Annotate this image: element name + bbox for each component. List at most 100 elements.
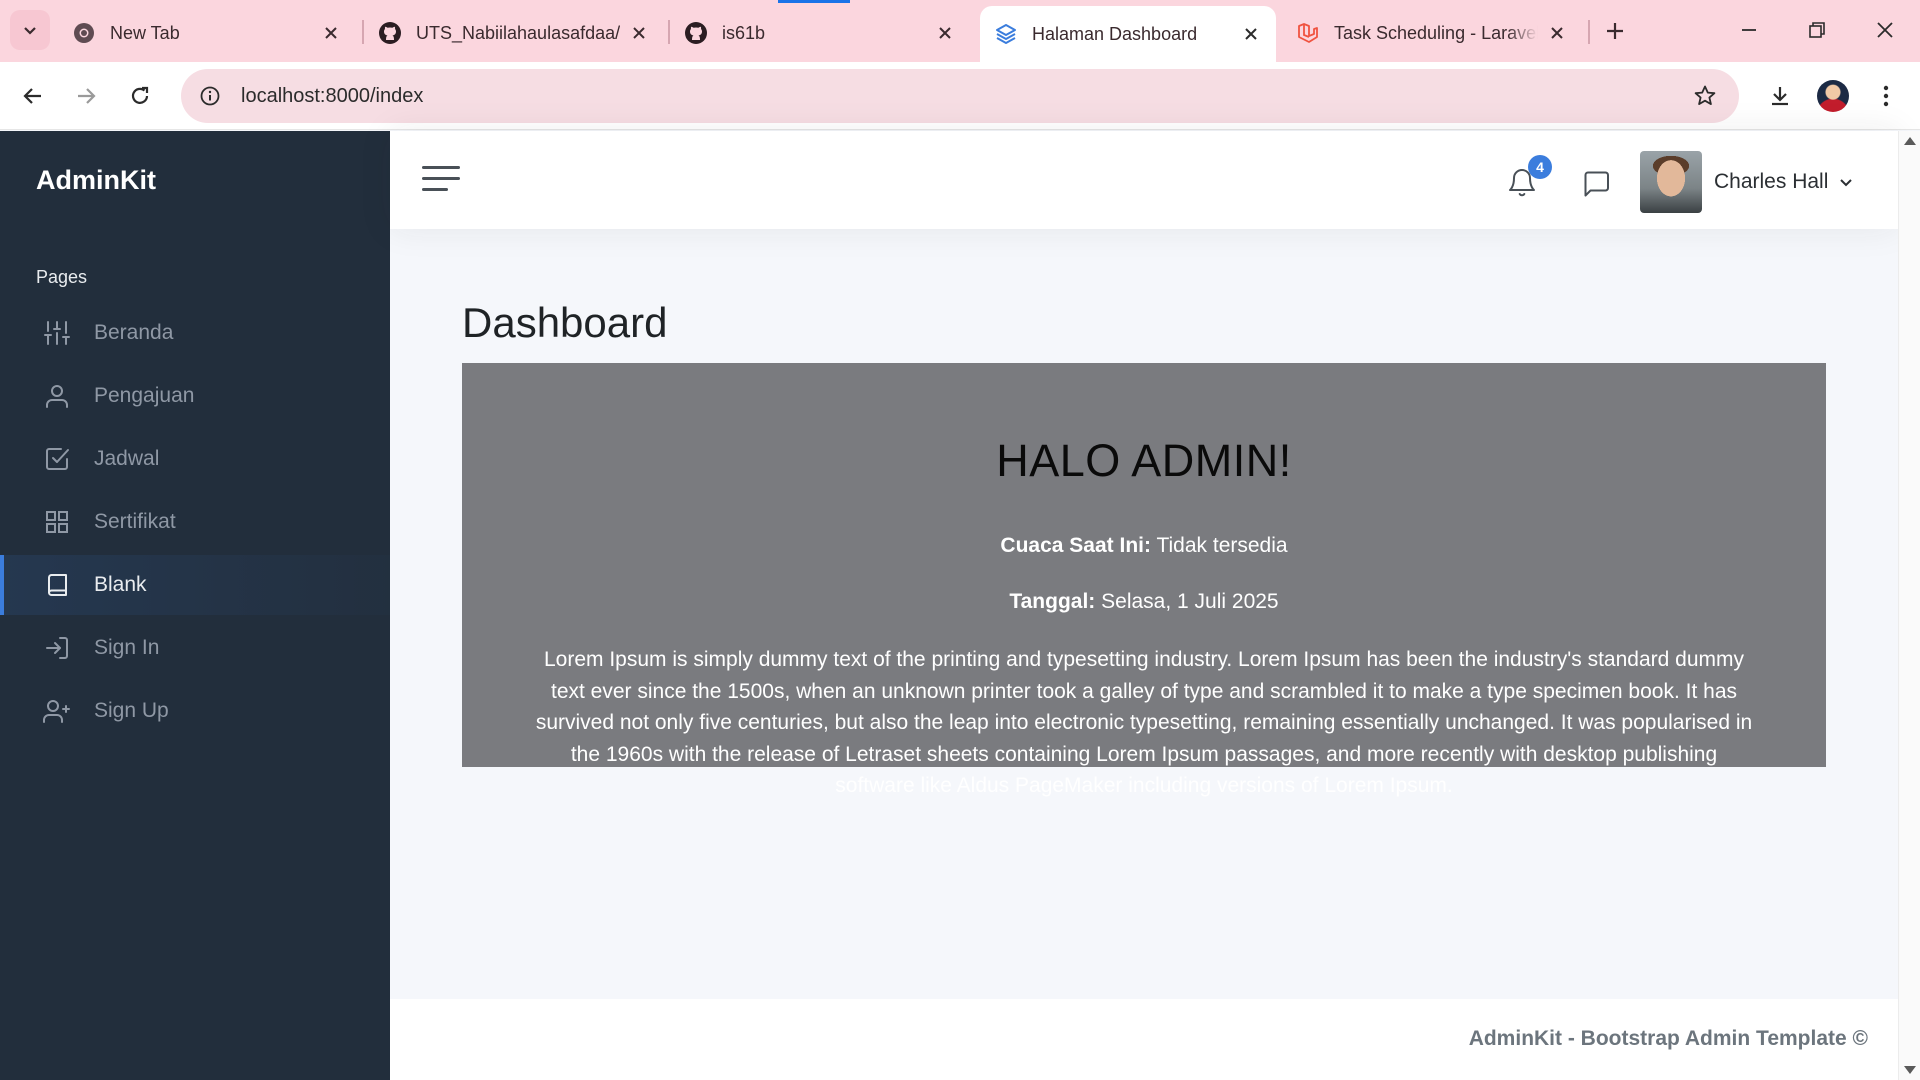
main-content: Dashboard HALO ADMIN! Cuaca Saat Ini: Ti… bbox=[390, 229, 1898, 999]
hamburger-bar bbox=[422, 188, 448, 191]
sidebar-item-pengajuan[interactable]: Pengajuan bbox=[0, 366, 390, 426]
footer: AdminKit - Bootstrap Admin Template © bbox=[390, 999, 1898, 1080]
weather-label: Cuaca Saat Ini: bbox=[1000, 534, 1151, 557]
chevron-down-icon bbox=[1838, 174, 1854, 190]
intro-paragraph: Lorem Ipsum is simply dummy text of the … bbox=[535, 648, 1753, 797]
scroll-down-arrow-icon[interactable] bbox=[1904, 1066, 1916, 1074]
browser-toolbar: localhost:8000/index bbox=[0, 62, 1920, 130]
sidebar-item-blank[interactable]: Blank bbox=[0, 555, 390, 615]
footer-credit[interactable]: AdminKit - Bootstrap Admin Template © bbox=[1469, 1027, 1868, 1051]
tab-loading-indicator bbox=[778, 0, 850, 3]
sidebar-toggle-button[interactable] bbox=[422, 163, 460, 195]
browser-menu-button[interactable] bbox=[1866, 76, 1906, 116]
messages-button[interactable] bbox=[1582, 169, 1612, 199]
github-icon bbox=[684, 21, 708, 45]
avatar bbox=[1640, 151, 1702, 213]
page-scrollbar[interactable] bbox=[1898, 131, 1920, 1080]
minimize-button[interactable] bbox=[1724, 8, 1774, 52]
reload-button[interactable] bbox=[120, 76, 160, 116]
address-bar[interactable]: localhost:8000/index bbox=[181, 69, 1739, 123]
message-square-icon bbox=[1584, 171, 1609, 197]
sidebar-item-label: Jadwal bbox=[94, 447, 160, 470]
date-line: Tanggal: Selasa, 1 Juli 2025 bbox=[462, 590, 1826, 614]
chrome-icon bbox=[72, 21, 96, 45]
sidebar-item-jadwal[interactable]: Jadwal bbox=[0, 429, 390, 489]
user-plus-icon bbox=[42, 696, 72, 726]
user-dropdown[interactable]: Charles Hall bbox=[1640, 151, 1854, 213]
sidebar-item-beranda[interactable]: Beranda bbox=[0, 303, 390, 363]
scroll-up-arrow-icon[interactable] bbox=[1904, 137, 1916, 145]
browser-tab-github-uts[interactable]: UTS_Nabiilahaulasafdaa/ bbox=[364, 8, 664, 58]
tab-title: Task Scheduling - Laravel bbox=[1334, 22, 1538, 43]
minimize-icon bbox=[1742, 29, 1756, 31]
close-icon bbox=[1877, 22, 1893, 38]
sidebar-section-header: Pages bbox=[36, 267, 88, 287]
close-icon[interactable] bbox=[1240, 23, 1262, 45]
download-icon bbox=[1772, 87, 1788, 106]
github-icon bbox=[378, 21, 402, 45]
sidebar-item-label: Pengajuan bbox=[94, 384, 195, 407]
arrow-right-icon bbox=[78, 88, 96, 104]
sidebar: AdminKit Pages Beranda Pengajuan Jadwal … bbox=[0, 131, 390, 1080]
sidebar-item-sertifikat[interactable]: Sertifikat bbox=[0, 492, 390, 552]
sidebar-brand[interactable]: AdminKit bbox=[36, 165, 156, 196]
date-value: Selasa, 1 Juli 2025 bbox=[1101, 590, 1279, 613]
welcome-heading: HALO ADMIN! bbox=[996, 435, 1292, 486]
notification-count-badge: 4 bbox=[1528, 155, 1552, 179]
laravel-icon bbox=[1296, 21, 1320, 45]
profile-button[interactable] bbox=[1813, 76, 1853, 116]
close-icon[interactable] bbox=[320, 22, 342, 44]
arrow-left-icon bbox=[23, 88, 41, 104]
chevron-down-icon bbox=[24, 27, 36, 35]
tab-separator bbox=[1588, 20, 1590, 44]
new-tab-button[interactable] bbox=[1598, 14, 1632, 48]
grid-icon bbox=[42, 507, 72, 537]
browser-tab-task-scheduling[interactable]: Task Scheduling - Laravel bbox=[1282, 8, 1582, 58]
forward-button[interactable] bbox=[66, 76, 106, 116]
user-name: Charles Hall bbox=[1714, 170, 1829, 193]
bookmark-star-icon[interactable] bbox=[1691, 82, 1719, 110]
welcome-card: HALO ADMIN! Cuaca Saat Ini: Tidak tersed… bbox=[462, 363, 1826, 797]
hamburger-bar bbox=[422, 177, 460, 180]
tab-title: is61b bbox=[722, 22, 766, 43]
sidebar-item-label: Beranda bbox=[94, 321, 174, 344]
tab-title: New Tab bbox=[110, 22, 180, 43]
back-button[interactable] bbox=[13, 76, 53, 116]
user-icon bbox=[42, 381, 72, 411]
address-url: localhost:8000/index bbox=[241, 84, 424, 107]
browser-tab-halaman-dashboard[interactable]: Halaman Dashboard bbox=[980, 6, 1276, 62]
sidebar-item-sign-up[interactable]: Sign Up bbox=[0, 681, 390, 741]
restore-button[interactable] bbox=[1792, 8, 1842, 52]
reload-icon bbox=[131, 86, 149, 104]
close-icon[interactable] bbox=[934, 22, 956, 44]
sidebar-item-sign-in[interactable]: Sign In bbox=[0, 618, 390, 678]
close-icon[interactable] bbox=[628, 22, 650, 44]
downloads-button[interactable] bbox=[1760, 76, 1800, 116]
hamburger-bar bbox=[422, 166, 460, 169]
sidebar-item-label: Sign Up bbox=[94, 699, 169, 722]
tab-search-button[interactable] bbox=[10, 10, 50, 50]
log-in-icon bbox=[42, 633, 72, 663]
page-title: Dashboard bbox=[462, 299, 668, 346]
weather-value: Tidak tersedia bbox=[1156, 534, 1288, 557]
more-vertical-icon bbox=[1883, 85, 1889, 107]
info-icon[interactable] bbox=[195, 81, 225, 111]
sliders-icon bbox=[42, 318, 72, 348]
tab-title: Halaman Dashboard bbox=[1032, 23, 1198, 44]
close-window-button[interactable] bbox=[1860, 8, 1910, 52]
stack-layers-icon bbox=[994, 22, 1018, 46]
browser-tab-github-is61b[interactable]: is61b bbox=[670, 8, 970, 58]
sidebar-item-label: Sertifikat bbox=[94, 510, 176, 533]
close-icon[interactable] bbox=[1546, 22, 1568, 44]
check-square-icon bbox=[42, 444, 72, 474]
browser-tab-new-tab[interactable]: New Tab bbox=[58, 8, 356, 58]
plus-icon bbox=[1607, 23, 1623, 39]
browser-tab-bar: New Tab UTS_Nabiilahaulasafdaa/ is61b Ha… bbox=[0, 0, 1920, 62]
weather-line: Cuaca Saat Ini: Tidak tersedia bbox=[462, 534, 1826, 558]
tab-title: UTS_Nabiilahaulasafdaa/ bbox=[416, 22, 620, 43]
book-icon bbox=[42, 570, 72, 600]
sidebar-item-label: Sign In bbox=[94, 636, 160, 659]
top-navbar: 4 Charles Hall bbox=[390, 131, 1898, 229]
profile-avatar bbox=[1817, 80, 1849, 112]
date-label: Tanggal: bbox=[1009, 590, 1096, 613]
